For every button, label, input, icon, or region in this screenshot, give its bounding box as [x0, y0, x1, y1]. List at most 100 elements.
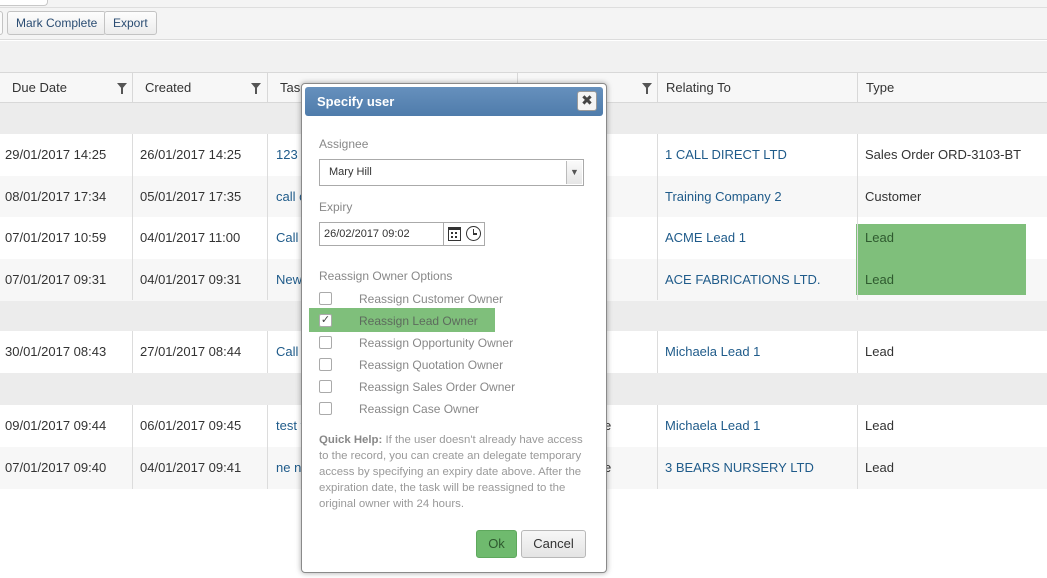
cell-type: Customer [865, 189, 922, 204]
checkbox-checked[interactable]: ✓ [319, 314, 332, 327]
reassign-opportunity-owner-option[interactable]: Reassign Opportunity Owner [319, 335, 589, 353]
column-divider [267, 134, 268, 300]
option-label: Reassign Lead Owner [359, 314, 478, 328]
column-divider [857, 134, 858, 300]
cell-type: Lead [865, 230, 894, 245]
dialog-title-bar: Specify user ✖ [305, 87, 603, 116]
cell-due-date: 07/01/2017 10:59 [5, 230, 107, 245]
cell-created: 04/01/2017 11:00 [140, 230, 241, 245]
filter-icon[interactable] [117, 83, 127, 94]
cell-due-date: 30/01/2017 08:43 [5, 344, 107, 359]
cell-created: 04/01/2017 09:41 [140, 460, 242, 475]
column-divider [857, 331, 858, 373]
assignee-value: Mary Hill [329, 166, 372, 178]
option-label: Reassign Customer Owner [359, 292, 504, 306]
cell-type: Lead [865, 460, 894, 475]
reassign-quotation-owner-option[interactable]: Reassign Quotation Owner [319, 357, 589, 375]
expiry-input[interactable]: 26/02/2017 09:02 [319, 222, 444, 246]
type-highlight: Lead Lead [856, 224, 1026, 295]
checkbox[interactable] [319, 358, 332, 371]
column-divider [657, 134, 658, 300]
cell-relating-to-link[interactable]: ACE FABRICATIONS LTD. [665, 259, 821, 301]
cell-task-link[interactable]: ne n [276, 447, 301, 489]
cell-created: 04/01/2017 09:31 [140, 272, 242, 287]
reassign-customer-owner-option[interactable]: Reassign Customer Owner [319, 291, 589, 309]
column-divider [132, 405, 133, 489]
cell-due-date: 08/01/2017 17:34 [5, 189, 107, 204]
assignee-label: Assignee [319, 137, 369, 151]
tab-stub[interactable] [0, 0, 48, 6]
filter-icon[interactable] [642, 83, 652, 94]
group-by-strip [0, 41, 1047, 72]
reassign-sales-order-owner-option[interactable]: Reassign Sales Order Owner [319, 379, 589, 397]
cell-task-link[interactable]: New [276, 259, 302, 301]
cell-relating-to-link[interactable]: ACME Lead 1 [665, 217, 746, 259]
cell-task-link[interactable]: 123 [276, 134, 298, 176]
cell-created: 06/01/2017 09:45 [140, 418, 242, 433]
cell-type: Lead [865, 418, 894, 433]
cell-due-date: 07/01/2017 09:40 [5, 460, 107, 475]
column-divider [857, 405, 858, 489]
cell-created: 26/01/2017 14:25 [140, 147, 242, 162]
toolbar: Mark Complete Export [0, 0, 1047, 40]
option-label: Reassign Opportunity Owner [359, 336, 514, 350]
date-picker-buttons [443, 222, 485, 246]
column-divider [267, 405, 268, 489]
cell-due-date: 09/01/2017 09:44 [5, 418, 107, 433]
reassign-options-label: Reassign Owner Options [319, 269, 453, 283]
calendar-icon[interactable] [448, 227, 461, 241]
cell-relating-to-link[interactable]: Training Company 2 [665, 176, 782, 218]
ok-button[interactable]: Ok [476, 530, 517, 558]
cell-task-link[interactable]: test t [276, 405, 304, 447]
cell-type: Lead [865, 344, 894, 359]
quick-help-title: Quick Help: [319, 434, 383, 446]
specify-user-dialog: Specify user ✖ Assignee Mary Hill ▼ Expi… [301, 83, 607, 573]
option-label: Reassign Case Owner [359, 402, 480, 416]
column-header-created[interactable]: Created [133, 73, 268, 102]
column-label: Type [866, 80, 895, 95]
column-divider [657, 331, 658, 373]
cell-created: 05/01/2017 17:35 [140, 189, 242, 204]
column-label: Due Date [12, 80, 67, 95]
cell-due-date: 29/01/2017 14:25 [5, 147, 107, 162]
checkbox[interactable] [319, 336, 332, 349]
column-label: Created [145, 80, 192, 95]
column-header-type[interactable]: Type [858, 73, 1047, 102]
dialog-title: Specify user [317, 94, 395, 109]
clock-icon[interactable] [466, 226, 481, 241]
reassign-case-owner-option[interactable]: Reassign Case Owner [319, 401, 589, 419]
toolbar-divider [0, 7, 1047, 8]
cancel-button[interactable]: Cancel [521, 530, 586, 558]
cell-relating-to-link[interactable]: Michaela Lead 1 [665, 331, 760, 373]
checkbox[interactable] [319, 380, 332, 393]
column-divider [132, 331, 133, 373]
cell-due-date: 07/01/2017 09:31 [5, 272, 107, 287]
cell-relating-to-link[interactable]: 3 BEARS NURSERY LTD [665, 447, 814, 489]
mark-complete-button[interactable]: Mark Complete [7, 11, 107, 35]
column-header-due-date[interactable]: Due Date [0, 73, 133, 102]
assignee-select[interactable]: Mary Hill ▼ [319, 159, 584, 186]
toolbar-button-partial[interactable] [0, 11, 3, 35]
expiry-label: Expiry [319, 200, 353, 214]
cell-type: Lead [865, 272, 894, 287]
close-icon[interactable]: ✖ [577, 91, 597, 111]
checkbox[interactable] [319, 292, 332, 305]
export-button[interactable]: Export [104, 11, 157, 35]
column-divider [657, 405, 658, 489]
checkbox[interactable] [319, 402, 332, 415]
column-label: Relating To [666, 80, 731, 95]
cell-created: 27/01/2017 08:44 [140, 344, 242, 359]
column-header-relating-to[interactable]: Relating To [658, 73, 858, 102]
chevron-down-icon[interactable]: ▼ [566, 161, 582, 184]
cell-relating-to-link[interactable]: 1 CALL DIRECT LTD [665, 134, 787, 176]
column-label: Tas [280, 80, 301, 95]
option-label: Reassign Sales Order Owner [359, 380, 516, 394]
reassign-lead-owner-option[interactable]: ✓ Reassign Lead Owner [319, 313, 589, 331]
filter-icon[interactable] [251, 83, 261, 94]
column-divider [132, 134, 133, 300]
quick-help-text: Quick Help: If the user doesn't already … [319, 432, 591, 512]
column-divider [267, 331, 268, 373]
cell-type: Sales Order ORD-3103-BT [865, 147, 1022, 162]
option-label: Reassign Quotation Owner [359, 358, 504, 372]
cell-relating-to-link[interactable]: Michaela Lead 1 [665, 405, 760, 447]
